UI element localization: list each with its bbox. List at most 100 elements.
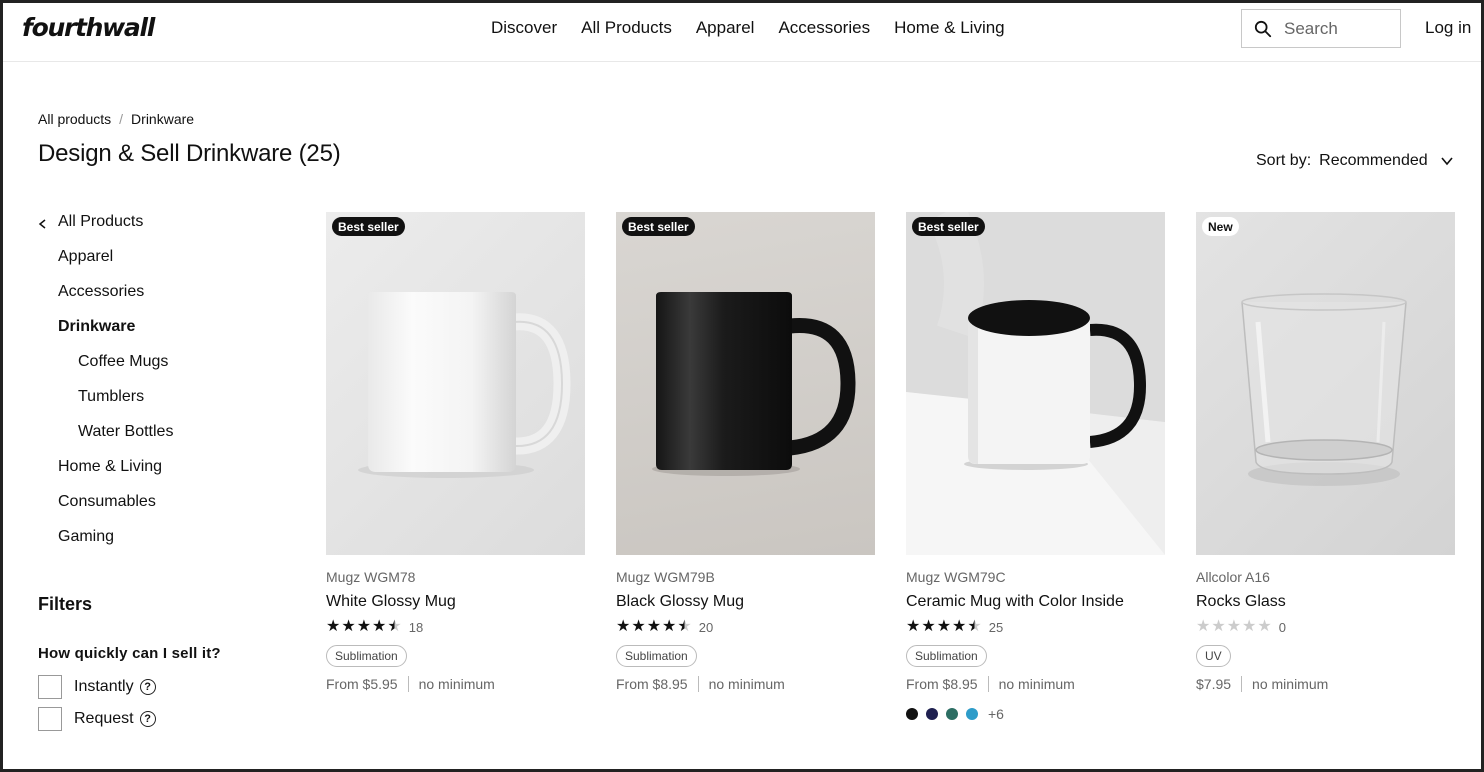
star-icon: ★: [967, 618, 982, 635]
chevron-left-icon[interactable]: [38, 219, 48, 229]
star-icon: ★: [387, 618, 402, 635]
star-icon: ★: [921, 618, 936, 635]
product-brand: Mugz WGM79C: [906, 569, 1006, 585]
sidebar-item-apparel[interactable]: Apparel: [58, 248, 113, 266]
sidebar-item-tumblers[interactable]: Tumblers: [78, 388, 144, 406]
product-rating: ★ ★ ★ ★ ★ 25: [906, 619, 1165, 635]
request-checkbox[interactable]: [38, 707, 62, 731]
review-count: 0: [1278, 619, 1286, 635]
color-swatch[interactable]: [946, 708, 958, 720]
product-card[interactable]: New Allcolor A16 Rocks Glass ★ ★ ★ ★ ★ 0 UV $…: [1196, 212, 1455, 692]
new-badge: New: [1202, 217, 1239, 236]
nav-home-living[interactable]: Home & Living: [894, 18, 1005, 38]
site-header: fourthwall Discover All Products Apparel…: [3, 3, 1481, 62]
login-link[interactable]: Log in: [1425, 18, 1471, 38]
instantly-checkbox[interactable]: [38, 675, 62, 699]
search-box[interactable]: [1241, 9, 1401, 48]
star-icon: ★: [906, 618, 921, 635]
instantly-label: Instantly: [74, 678, 134, 695]
print-method-tag: UV: [1196, 645, 1231, 667]
search-input[interactable]: [1284, 18, 1394, 39]
nav-discover[interactable]: Discover: [491, 18, 557, 38]
nav-all-products[interactable]: All Products: [581, 18, 672, 38]
more-colors[interactable]: +6: [988, 706, 1004, 722]
star-icon: ★: [1242, 618, 1257, 635]
review-count: 18: [408, 619, 424, 635]
star-icon: ★: [1257, 618, 1272, 635]
product-card[interactable]: Best seller Mugz WGM79C Ceramic Mug with…: [906, 212, 1165, 722]
price-divider: [407, 676, 409, 692]
star-icon: ★: [1211, 618, 1226, 635]
price-divider: [1241, 676, 1243, 692]
star-icon: ★: [662, 618, 677, 635]
ceramic-mug-image: [906, 212, 1165, 555]
sidebar-item-accessories[interactable]: Accessories: [58, 283, 144, 301]
star-icon: ★: [677, 618, 692, 635]
star-icon: ★: [646, 618, 662, 635]
product-rating: ★ ★ ★ ★ ★ 18: [326, 619, 585, 635]
breadcrumb-current[interactable]: Drinkware: [131, 111, 194, 127]
white-mug-image: [358, 292, 571, 478]
minimum-order: no minimum: [708, 676, 785, 692]
sidebar-item-all-products[interactable]: All Products: [58, 213, 143, 231]
star-icon: ★: [1196, 618, 1211, 635]
product-image[interactable]: Best seller: [326, 212, 585, 555]
color-swatch[interactable]: [926, 708, 938, 720]
page-title: Design & Sell Drinkware (25): [38, 140, 341, 167]
sidebar-item-consumables[interactable]: Consumables: [58, 493, 156, 511]
sort-dropdown[interactable]: Sort by: Recommended: [1256, 152, 1454, 170]
color-swatch[interactable]: [906, 708, 918, 720]
color-swatches: +6: [906, 706, 1165, 722]
star-icon: ★: [631, 618, 646, 635]
product-card[interactable]: Best seller Mugz WGM79B Black Glossy Mug…: [616, 212, 875, 692]
search-icon: [1254, 20, 1272, 37]
price-row: From $8.95 no minimum: [906, 676, 1165, 692]
chevron-down-icon: [1441, 157, 1453, 166]
star-icon: ★: [326, 618, 341, 635]
product-image[interactable]: Best seller: [906, 212, 1165, 555]
nav-accessories[interactable]: Accessories: [778, 18, 870, 38]
help-icon[interactable]: ?: [139, 711, 156, 727]
product-image[interactable]: New: [1196, 212, 1455, 555]
best-seller-badge: Best seller: [622, 217, 695, 236]
price-row: From $8.95 no minimum: [616, 676, 875, 692]
star-icon: ★: [616, 618, 631, 635]
star-icon: ★: [1226, 618, 1242, 635]
sort-value: Recommended: [1319, 152, 1428, 169]
price-divider: [987, 676, 989, 692]
product-card[interactable]: Best seller Mugz WGM78 White Glossy Mug …: [326, 212, 585, 692]
breadcrumb-all-products[interactable]: All products: [38, 111, 111, 127]
filter-request[interactable]: Request ?: [38, 707, 156, 731]
star-icon: ★: [952, 618, 967, 635]
sidebar-item-gaming[interactable]: Gaming: [58, 528, 114, 546]
logo[interactable]: fourthwall: [22, 13, 155, 42]
product-name[interactable]: White Glossy Mug: [326, 593, 585, 611]
filter-instantly[interactable]: Instantly ?: [38, 675, 156, 699]
sort-label: Sort by:: [1256, 152, 1312, 169]
price-row: From $5.95 no minimum: [326, 676, 585, 692]
print-method-tag: Sublimation: [906, 645, 987, 667]
product-name[interactable]: Black Glossy Mug: [616, 593, 875, 611]
product-name[interactable]: Rocks Glass: [1196, 593, 1455, 611]
color-swatch[interactable]: [966, 708, 978, 720]
sidebar-item-coffee-mugs[interactable]: Coffee Mugs: [78, 353, 168, 371]
best-seller-badge: Best seller: [332, 217, 405, 236]
sidebar-item-drinkware[interactable]: Drinkware: [58, 318, 135, 336]
minimum-order: no minimum: [998, 676, 1075, 692]
filters-heading: Filters: [38, 594, 93, 614]
product-name[interactable]: Ceramic Mug with Color Inside: [906, 593, 1165, 611]
breadcrumb-separator: /: [119, 111, 124, 127]
star-icon: ★: [372, 618, 387, 635]
nav-apparel[interactable]: Apparel: [696, 18, 755, 38]
product-price: From $8.95: [616, 676, 688, 692]
review-count: 20: [698, 619, 714, 635]
help-icon[interactable]: ?: [139, 679, 156, 695]
price-divider: [697, 676, 699, 692]
black-mug-image: [652, 292, 856, 476]
main-nav: Discover All Products Apparel Accessorie…: [491, 18, 1005, 38]
sidebar-item-home-living[interactable]: Home & Living: [58, 458, 162, 476]
product-price: From $5.95: [326, 676, 398, 692]
product-price: $7.95: [1196, 676, 1232, 692]
product-image[interactable]: Best seller: [616, 212, 875, 555]
sidebar-item-water-bottles[interactable]: Water Bottles: [78, 423, 173, 441]
